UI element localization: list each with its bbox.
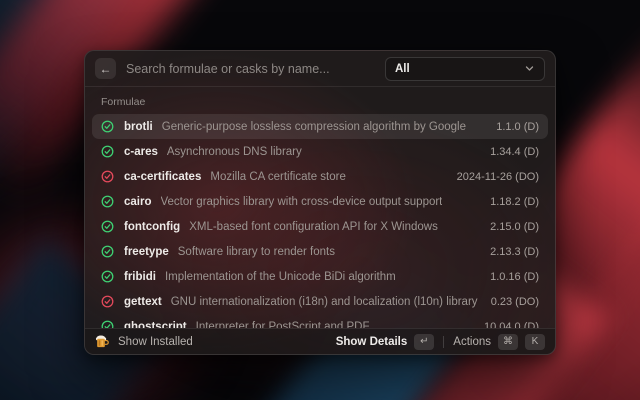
status-check-circle-icon xyxy=(101,195,115,209)
search-input[interactable] xyxy=(126,62,375,76)
formula-row[interactable]: ca-certificates Mozilla CA certificate s… xyxy=(92,164,548,189)
formula-name: ca-certificates xyxy=(124,171,201,183)
actions-button[interactable]: Actions xyxy=(453,336,491,348)
show-installed-button[interactable]: Show Installed xyxy=(118,336,193,348)
formula-name: fontconfig xyxy=(124,221,180,233)
formula-name: c-ares xyxy=(124,146,158,158)
filter-selected-value: All xyxy=(395,63,524,75)
results-list: Formulae brotli Generic-purpose lossless… xyxy=(85,87,555,328)
k-key-badge: K xyxy=(525,334,545,350)
homebrew-beer-icon xyxy=(95,334,110,349)
formula-name: cairo xyxy=(124,196,152,208)
formula-version: 2.15.0 (D) xyxy=(478,221,539,233)
formula-version: 2.13.3 (D) xyxy=(478,246,539,258)
formula-description: Generic-purpose lossless compression alg… xyxy=(162,121,466,133)
formula-description: Interpreter for PostScript and PDF xyxy=(196,321,370,329)
footer-divider xyxy=(443,336,444,348)
status-check-circle-icon xyxy=(101,145,115,159)
formula-row[interactable]: cairo Vector graphics library with cross… xyxy=(92,189,548,214)
formula-version: 1.34.4 (D) xyxy=(478,146,539,158)
formula-description: Asynchronous DNS library xyxy=(167,146,302,158)
status-check-circle-icon xyxy=(101,295,115,309)
formula-description: Vector graphics library with cross-devic… xyxy=(161,196,443,208)
formula-row[interactable]: ghostscript Interpreter for PostScript a… xyxy=(92,314,548,328)
rows-container: brotli Generic-purpose lossless compress… xyxy=(92,114,548,328)
formula-row[interactable]: gettext GNU internationalization (i18n) … xyxy=(92,289,548,314)
formula-name: ghostscript xyxy=(124,321,187,329)
status-check-circle-icon xyxy=(101,120,115,134)
formula-name: brotli xyxy=(124,121,153,133)
return-key-badge: ↵ xyxy=(414,334,434,350)
formula-name: fribidi xyxy=(124,271,156,283)
raycast-brew-search-window: ← All Formulae brotli Generic-purpose lo… xyxy=(84,50,556,355)
filter-dropdown[interactable]: All xyxy=(385,57,545,81)
formula-description: GNU internationalization (i18n) and loca… xyxy=(171,296,478,308)
status-check-circle-icon xyxy=(101,270,115,284)
back-arrow-icon: ← xyxy=(100,62,112,76)
status-check-circle-icon xyxy=(101,170,115,184)
formula-row[interactable]: fontconfig XML-based font configuration … xyxy=(92,214,548,239)
status-check-circle-icon xyxy=(101,220,115,234)
formula-version: 1.18.2 (D) xyxy=(478,196,539,208)
section-header: Formulae xyxy=(92,92,548,114)
footer-action-bar: Show Installed Show Details ↵ Actions ⌘ … xyxy=(85,328,555,354)
formula-version: 1.0.16 (D) xyxy=(478,271,539,283)
formula-name: freetype xyxy=(124,246,169,258)
formula-description: Software library to render fonts xyxy=(178,246,335,258)
search-bar: ← All xyxy=(85,51,555,87)
formula-row[interactable]: freetype Software library to render font… xyxy=(92,239,548,264)
formula-version: 0.23 (DO) xyxy=(479,296,539,308)
show-details-button[interactable]: Show Details xyxy=(336,336,408,348)
formula-description: Mozilla CA certificate store xyxy=(210,171,346,183)
status-check-circle-icon xyxy=(101,245,115,259)
formula-version: 2024-11-26 (DO) xyxy=(445,171,539,183)
cmd-key-badge: ⌘ xyxy=(498,334,518,350)
chevron-down-icon xyxy=(524,63,535,74)
back-button[interactable]: ← xyxy=(95,58,116,79)
formula-name: gettext xyxy=(124,296,162,308)
formula-row[interactable]: fribidi Implementation of the Unicode Bi… xyxy=(92,264,548,289)
formula-description: XML-based font configuration API for X W… xyxy=(189,221,438,233)
formula-version: 1.1.0 (D) xyxy=(484,121,539,133)
formula-version: 10.04.0 (D) xyxy=(472,321,539,329)
status-check-circle-icon xyxy=(101,320,115,329)
formula-description: Implementation of the Unicode BiDi algor… xyxy=(165,271,396,283)
formula-row[interactable]: c-ares Asynchronous DNS library 1.34.4 (… xyxy=(92,139,548,164)
formula-row[interactable]: brotli Generic-purpose lossless compress… xyxy=(92,114,548,139)
